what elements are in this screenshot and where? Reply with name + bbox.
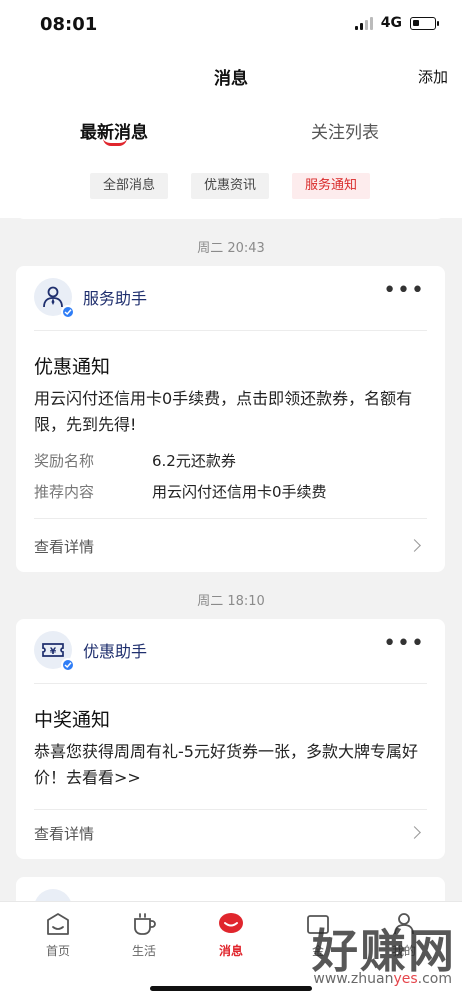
message-title: 中奖通知 (34, 709, 111, 731)
network-type: 4G (380, 15, 402, 31)
card-divider (34, 330, 427, 331)
header: 消息 添加 最新消息 关注列表 全部消息 优惠资讯 服务通知 (0, 50, 462, 218)
filter-promotions[interactable]: 优惠资讯 (191, 173, 270, 199)
tab-label: 首页 (45, 944, 70, 958)
add-button[interactable]: 添加 (418, 66, 448, 87)
card-divider (34, 518, 427, 519)
coupon-assistant-icon: ¥ (34, 631, 75, 672)
status-indicators: 4G (354, 15, 439, 31)
chevron-right-icon[interactable] (408, 539, 421, 552)
card-divider (34, 683, 427, 684)
more-options-icon[interactable]: ••• (383, 633, 425, 655)
recommend-label: 推荐内容 (34, 483, 95, 501)
view-details-link[interactable]: 查看详情 (34, 823, 94, 844)
tab-home[interactable]: 首页 (28, 910, 88, 959)
message-body: 恭喜您获得周周有礼-5元好货券一张，多款大牌专属好价！去看看>> (34, 742, 418, 787)
cup-icon (134, 913, 156, 935)
active-tab-indicator (103, 138, 127, 146)
message-body: 用云闪付还信用卡0手续费，点击即领还款券，名额有限，先到先得! (34, 389, 413, 434)
verified-badge-icon (61, 658, 75, 672)
page-title: 消息 (214, 69, 248, 89)
message-sender[interactable]: 服务助手 (34, 278, 148, 319)
sender-name: 优惠助手 (83, 642, 148, 661)
message-icon (219, 913, 243, 933)
service-assistant-icon (34, 278, 75, 319)
battery-icon (410, 16, 439, 30)
tab-label: 生活 (131, 944, 156, 958)
status-bar: 08:01 4G (0, 0, 462, 50)
message-card[interactable]: 服务助手 ••• 优惠通知 用云闪付还信用卡0手续费，点击即领还款券，名额有限，… (16, 266, 445, 572)
message-sender[interactable]: ¥ 优惠助手 (34, 631, 148, 672)
message-card[interactable]: ¥ 优惠助手 ••• 中奖通知 恭喜您获得周周有礼-5元好货券一张，多款大牌专属… (16, 619, 445, 859)
sender-name: 服务助手 (83, 289, 148, 308)
view-details-link[interactable]: 查看详情 (34, 536, 94, 557)
message-time: 周二 18:10 (197, 594, 265, 609)
tab-follow-list[interactable]: 关注列表 (311, 118, 379, 143)
filter-service-notice[interactable]: 服务通知 (292, 173, 371, 199)
card-divider (34, 809, 427, 810)
message-title: 优惠通知 (34, 356, 111, 378)
watermark: 好赚网 www.zhuanyes.com (248, 915, 458, 995)
tab-life[interactable]: 生活 (114, 910, 174, 959)
home-icon (47, 913, 69, 935)
more-options-icon[interactable]: ••• (383, 280, 425, 302)
home-indicator (150, 986, 312, 991)
message-time: 周二 20:43 (197, 241, 265, 256)
filter-all-messages[interactable]: 全部消息 (90, 173, 169, 199)
chevron-right-icon[interactable] (408, 826, 421, 839)
signal-icon (354, 16, 373, 30)
status-time: 08:01 (40, 14, 98, 35)
svg-text:¥: ¥ (50, 647, 57, 657)
previous-card-bottom (16, 205, 445, 219)
verified-badge-icon (61, 305, 75, 319)
reward-name-label: 奖励名称 (34, 452, 95, 470)
watermark-url: www.zhuanyes.com (313, 971, 452, 987)
reward-name-value: 6.2元还款券 (152, 452, 236, 470)
recommend-value: 用云闪付还信用卡0手续费 (152, 483, 327, 501)
